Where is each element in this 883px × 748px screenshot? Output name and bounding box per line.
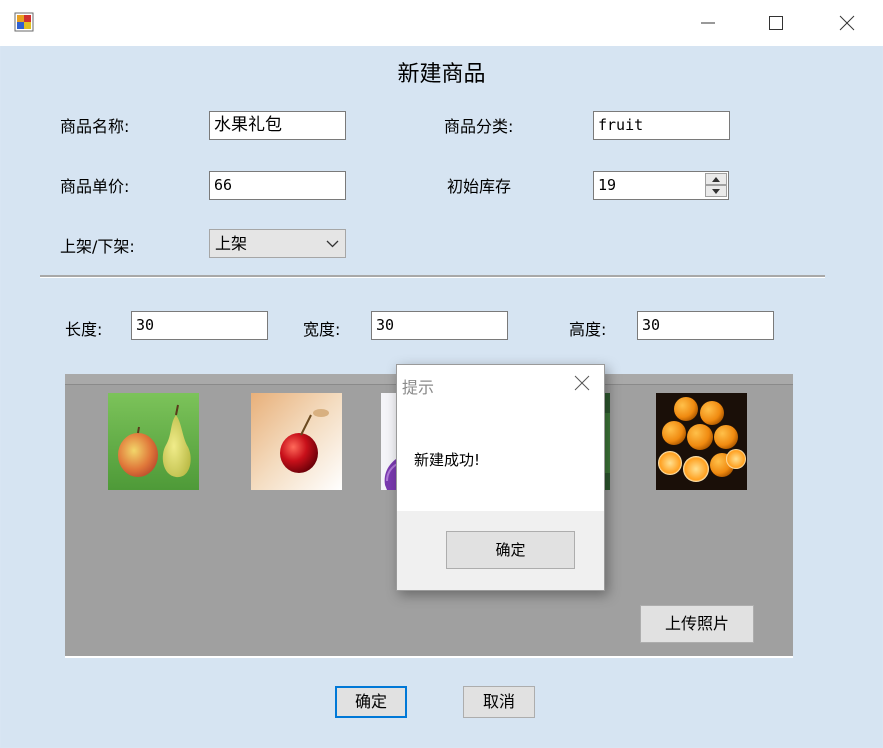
spin-down-button[interactable] <box>705 185 727 197</box>
dialog-title: 提示 <box>402 378 435 397</box>
maximize-button[interactable] <box>741 0 811 46</box>
stock-value: 19 <box>598 176 617 194</box>
thumbnail-red-apple[interactable] <box>251 393 342 490</box>
minimize-icon <box>701 22 715 24</box>
height-input[interactable]: 30 <box>637 311 774 340</box>
close-button[interactable] <box>812 0 882 46</box>
category-label: 商品分类: <box>444 117 514 136</box>
confirm-button[interactable]: 确定 <box>335 686 407 718</box>
length-label: 长度: <box>65 320 103 339</box>
message-dialog: 提示 新建成功! 确定 <box>396 364 605 591</box>
red-apple-image <box>251 393 342 490</box>
title-bar <box>0 0 883 46</box>
shelf-select[interactable]: 上架 <box>209 229 346 258</box>
chevron-down-icon <box>326 240 339 248</box>
height-label: 高度: <box>569 320 607 339</box>
spin-up-button[interactable] <box>705 173 727 185</box>
stock-stepper[interactable]: 19 <box>593 171 729 200</box>
thumbnail-pear-apple[interactable] <box>108 393 199 490</box>
length-input[interactable]: 30 <box>131 311 268 340</box>
shelf-label: 上架/下架: <box>60 237 135 256</box>
stock-spinner[interactable] <box>705 173 727 198</box>
pear-apple-image <box>108 393 199 490</box>
price-label: 商品单价: <box>60 177 130 196</box>
name-input[interactable]: 水果礼包 <box>209 111 346 140</box>
app-icon <box>14 12 34 32</box>
cancel-button[interactable]: 取消 <box>463 686 535 718</box>
thumbnail-oranges[interactable] <box>656 393 747 490</box>
dialog-message: 新建成功! <box>414 451 481 469</box>
dialog-footer: 确定 <box>397 511 604 590</box>
separator-line <box>40 275 825 278</box>
oranges-image <box>656 393 747 490</box>
maximize-icon <box>769 16 783 30</box>
minimize-button[interactable] <box>673 0 743 46</box>
arrow-up-icon <box>712 176 720 182</box>
width-label: 宽度: <box>303 320 341 339</box>
arrow-down-icon <box>712 188 720 194</box>
name-label: 商品名称: <box>60 117 130 136</box>
dialog-ok-button[interactable]: 确定 <box>446 531 575 569</box>
category-input[interactable]: fruit <box>593 111 730 140</box>
panel-bottom-edge <box>65 656 793 658</box>
dialog-close-icon[interactable] <box>574 375 590 391</box>
shelf-selected-value: 上架 <box>215 234 248 253</box>
form-title: 新建商品 <box>397 62 486 87</box>
width-input[interactable]: 30 <box>371 311 508 340</box>
close-icon <box>839 15 855 31</box>
upload-photo-button[interactable]: 上传照片 <box>640 605 754 643</box>
stock-label: 初始库存 <box>447 177 512 196</box>
price-input[interactable]: 66 <box>209 171 346 200</box>
